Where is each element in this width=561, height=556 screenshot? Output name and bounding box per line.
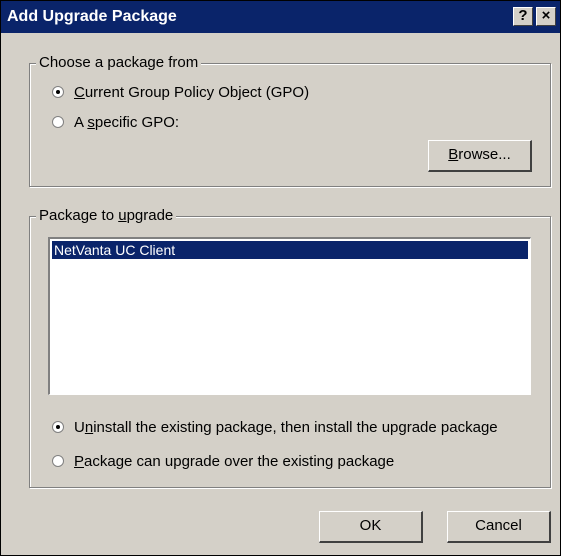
- title-bar[interactable]: Add Upgrade Package ? ×: [1, 1, 560, 33]
- add-upgrade-package-dialog: Add Upgrade Package ? × Choose a package…: [0, 0, 561, 556]
- uninstall-then-install-radio[interactable]: Uninstall the existing package, then ins…: [52, 419, 498, 437]
- browse-button[interactable]: Browse...: [428, 140, 532, 172]
- uninstall-then-install-label: Uninstall the existing package, then ins…: [74, 419, 498, 436]
- ok-button[interactable]: OK: [319, 511, 423, 543]
- package-source-group: Choose a package from Current Group Poli…: [29, 54, 551, 187]
- upgrade-over-radio[interactable]: Package can upgrade over the existing pa…: [52, 453, 394, 471]
- radio-unchecked-icon[interactable]: [52, 455, 64, 467]
- list-item[interactable]: NetVanta UC Client: [52, 241, 528, 259]
- upgrade-over-label: Package can upgrade over the existing pa…: [74, 453, 395, 470]
- close-icon: ×: [541, 7, 551, 24]
- package-source-label: Choose a package from: [36, 54, 202, 72]
- close-button[interactable]: ×: [536, 7, 556, 26]
- current-gpo-radio[interactable]: Current Group Policy Object (GPO): [52, 84, 309, 102]
- help-button[interactable]: ?: [513, 7, 533, 26]
- package-listbox[interactable]: NetVanta UC Client: [48, 237, 531, 395]
- specific-gpo-label: A specific GPO:: [74, 114, 180, 131]
- radio-checked-icon[interactable]: [52, 421, 64, 433]
- current-gpo-label: Current Group Policy Object (GPO): [74, 84, 310, 101]
- cancel-button[interactable]: Cancel: [447, 511, 551, 543]
- radio-unchecked-icon[interactable]: [52, 116, 64, 128]
- specific-gpo-radio[interactable]: A specific GPO:: [52, 114, 179, 132]
- radio-checked-icon[interactable]: [52, 86, 64, 98]
- package-to-upgrade-group: Package to upgrade NetVanta UC Client Un…: [29, 207, 551, 488]
- dialog-title: Add Upgrade Package: [7, 8, 177, 25]
- help-icon: ?: [518, 7, 528, 24]
- package-to-upgrade-label: Package to upgrade: [36, 207, 177, 225]
